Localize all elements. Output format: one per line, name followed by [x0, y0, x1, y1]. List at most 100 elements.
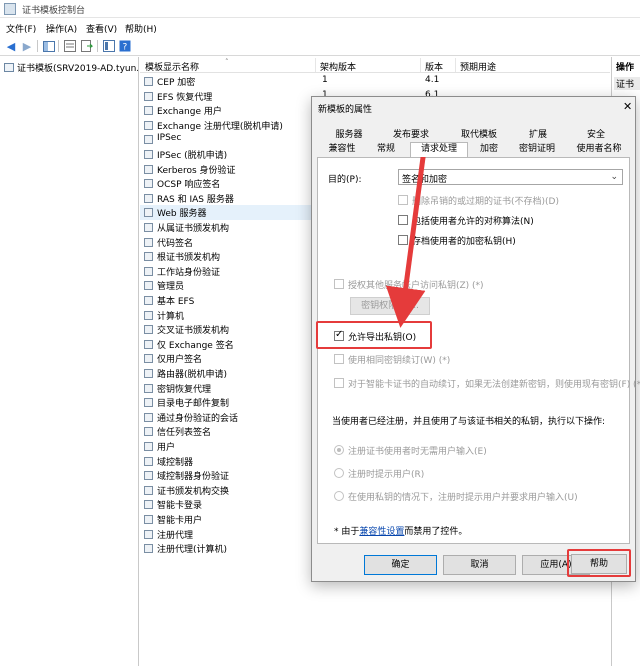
template-icon — [144, 456, 153, 466]
toolbar-separator — [58, 40, 59, 52]
radio-prompt-user[interactable] — [334, 468, 344, 478]
template-name: CEP 加密 — [157, 78, 196, 88]
template-icon — [144, 339, 153, 349]
menu-file[interactable]: 文件(F) — [6, 22, 36, 35]
template-name: 用户 — [157, 443, 176, 453]
window-title: 证书模板控制台 — [22, 6, 86, 16]
template-name: 注册代理 — [157, 530, 194, 541]
tab-extensions[interactable]: 扩展 — [518, 129, 558, 143]
dialog-title: 新模板的属性 — [318, 105, 373, 115]
template-icon — [144, 427, 153, 437]
toolbar-separator — [37, 40, 38, 52]
template-row[interactable]: CEP 加密 1 4.1 — [140, 74, 610, 89]
cancel-button[interactable]: 取消 — [443, 555, 516, 575]
template-name: 路由器(脱机申请) — [157, 370, 228, 380]
template-icon — [144, 91, 153, 101]
column-separator[interactable] — [455, 58, 456, 72]
template-name: RAS 和 IAS 服务器 — [157, 194, 234, 205]
template-icon — [144, 208, 153, 218]
renew-same-key-label: 使用相同密钥续订(W) (*) — [348, 356, 451, 366]
tab-issuance-requirements[interactable]: 发布要求 — [382, 129, 440, 143]
template-icon — [144, 223, 153, 232]
template-icon — [144, 442, 153, 451]
template-icon — [144, 106, 153, 116]
tab-subject-name[interactable]: 使用者名称 — [568, 143, 630, 157]
template-name: IPSec (脱机申请) — [157, 151, 228, 161]
template-name: 仅用户签名 — [157, 355, 203, 366]
menu-view[interactable]: 查看(V) — [86, 22, 117, 35]
column-header-name[interactable]: 模板显示名称 — [145, 60, 199, 73]
template-name: 工作站身份验证 — [157, 267, 221, 278]
ok-button[interactable]: 确定 — [364, 555, 437, 575]
template-name: IPSec — [157, 133, 182, 144]
delete-revoked-checkbox[interactable] — [398, 195, 408, 205]
purpose-select[interactable]: 签名和加密 ⌄ — [398, 169, 623, 185]
template-name: 基本 EFS — [157, 297, 195, 307]
template-name: 交叉证书颁发机构 — [157, 326, 230, 337]
template-name: 根证书颁发机构 — [157, 253, 221, 264]
template-icon — [144, 412, 153, 422]
smartcard-renew-checkbox[interactable] — [334, 378, 344, 388]
authorize-service-accounts-checkbox[interactable] — [334, 279, 344, 289]
radio-prompt-require-input[interactable] — [334, 491, 344, 501]
template-name: EFS 恢复代理 — [157, 92, 213, 103]
column-separator[interactable] — [315, 58, 316, 72]
tab-general[interactable]: 常规 — [366, 143, 406, 157]
template-icon — [144, 179, 153, 189]
tab-key-attestation[interactable]: 密钥证明 — [510, 143, 564, 157]
sort-up-icon: ˄ — [225, 58, 229, 66]
menu-bar: 文件(F) 操作(A) 查看(V) 帮助(H) — [0, 19, 640, 35]
back-arrow-icon[interactable]: ◀ — [4, 39, 18, 53]
tab-server[interactable]: 服务器 — [320, 129, 378, 143]
template-name: 注册代理(计算机) — [157, 545, 228, 556]
forward-arrow-icon[interactable]: ▶ — [20, 39, 34, 53]
tab-request-handling[interactable]: 请求处理 — [410, 142, 468, 157]
template-name: OCSP 响应签名 — [157, 180, 221, 191]
tab-security[interactable]: 安全 — [564, 129, 628, 143]
column-header-version[interactable]: 版本 — [425, 60, 443, 73]
help-icon[interactable]: ? — [118, 39, 132, 53]
column-header-schema[interactable]: 架构版本 — [320, 60, 356, 73]
template-icon — [144, 471, 153, 481]
tab-superseded-templates[interactable]: 取代模板 — [444, 129, 514, 143]
delete-revoked-label: 删除吊销的或过期的证书(不存档)(D) — [412, 197, 559, 207]
template-icon — [144, 354, 153, 364]
actions-item-certificates[interactable]: 证书 — [614, 77, 640, 90]
close-icon[interactable]: ✕ — [623, 100, 632, 113]
footnote: * 由于兼容性设置而禁用了控件。 — [334, 524, 467, 537]
compatibility-settings-link[interactable]: 兼容性设置 — [359, 527, 404, 537]
template-icon — [144, 500, 153, 510]
show-tree-icon[interactable] — [42, 39, 56, 53]
template-name: 域控制器 — [157, 457, 194, 468]
radio-no-user-input[interactable] — [334, 445, 344, 455]
radio-prompt-require-input-label: 在使用私钥的情况下，注册时提示用户并要求用户输入(U) — [348, 493, 578, 503]
column-separator[interactable] — [420, 58, 421, 72]
template-icon — [144, 515, 153, 524]
template-name: Exchange 用户 — [157, 107, 222, 118]
template-icon — [144, 310, 153, 320]
highlight-export-checkbox — [316, 321, 432, 349]
highlight-help-button — [567, 549, 631, 577]
tab-cryptography[interactable]: 加密 — [470, 143, 508, 157]
template-icon — [144, 237, 153, 247]
include-symmetric-checkbox[interactable] — [398, 215, 408, 225]
template-icon — [144, 77, 153, 86]
template-name: Exchange 注册代理(脱机申请) — [157, 121, 283, 132]
tab-compatibility[interactable]: 兼容性 — [320, 143, 364, 157]
properties-icon[interactable] — [80, 39, 94, 53]
authorize-service-accounts-label: 授权其他服务帐户访问私钥(Z) (*) — [348, 281, 484, 291]
menu-help[interactable]: 帮助(H) — [125, 22, 157, 35]
purpose-select-value: 签名和加密 — [402, 175, 448, 185]
key-permissions-button[interactable]: 密钥权限(R)... — [350, 297, 430, 315]
template-icon — [144, 296, 153, 305]
console-app-icon — [4, 3, 16, 15]
tree-root-cert-templates[interactable]: 证书模板(SRV2019-AD.tyun.cn — [4, 61, 138, 74]
view-icon[interactable] — [102, 39, 116, 53]
menu-action[interactable]: 操作(A) — [46, 22, 77, 35]
template-name: 管理员 — [157, 282, 185, 293]
export-list-icon[interactable] — [63, 39, 77, 53]
renew-same-key-checkbox[interactable] — [334, 354, 344, 364]
archive-key-checkbox[interactable] — [398, 235, 408, 245]
column-header-purpose[interactable]: 预期用途 — [460, 60, 496, 73]
template-icon — [144, 544, 153, 554]
